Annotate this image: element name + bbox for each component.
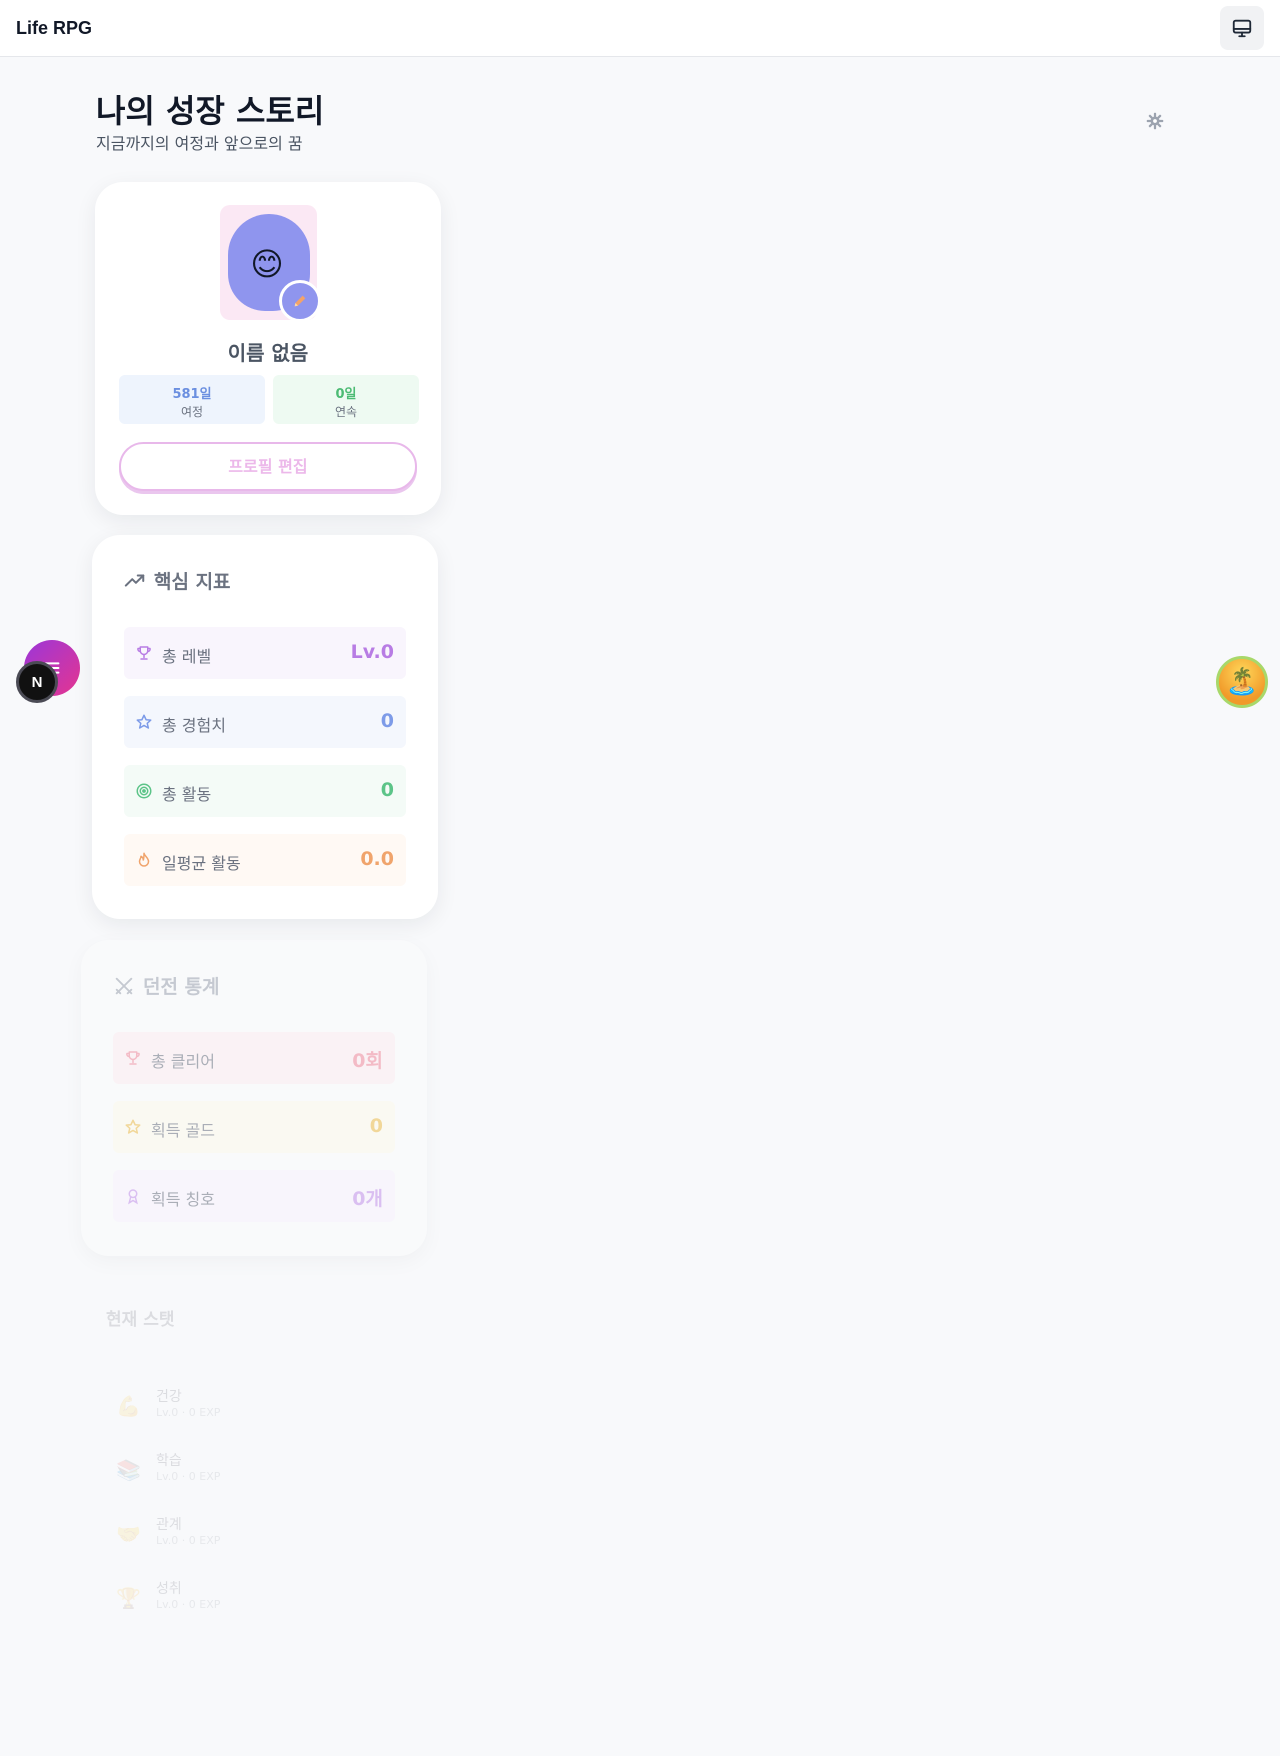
trending-up-icon <box>124 573 145 587</box>
stat-desc: Lv.0 · 0 EXP <box>156 1534 221 1547</box>
streak-label: 연속 <box>334 405 358 419</box>
top-bar: Life RPG <box>0 0 1280 57</box>
profile-name: 이름 없음 <box>227 341 309 365</box>
app-title[interactable]: Life RPG <box>16 18 92 39</box>
metric-row: 총 클리어 0회 <box>113 1032 395 1084</box>
medal-icon <box>124 1187 142 1205</box>
metric-value: Lv.0 <box>350 641 394 663</box>
stat-item[interactable]: 🏆 성취 Lv.0 · 0 EXP <box>106 1572 406 1636</box>
streak-stat: 0일 연속 <box>273 375 419 424</box>
metric-value: 0회 <box>352 1050 383 1072</box>
metrics-header: 핵심 지표 <box>124 567 231 594</box>
profile-card: 😊 이름 없음 581일 여정 0일 연속 프로필 편집 <box>95 182 441 515</box>
metric-row: 획득 골드 0 <box>113 1101 395 1153</box>
stat-name: 성취 <box>156 1581 182 1597</box>
page-subtitle: 지금까지의 여정과 앞으로의 꿈 <box>96 134 303 153</box>
streak-value: 0일 <box>335 387 357 402</box>
stat-desc: Lv.0 · 0 EXP <box>156 1470 221 1483</box>
metric-value: 0 <box>380 710 394 732</box>
stat-icon: 🏆 <box>116 1586 141 1610</box>
metric-label: 획득 칭호 <box>151 1190 215 1209</box>
current-stats-title: 현재 스탯 <box>106 1310 175 1330</box>
display-mode-button[interactable] <box>1220 6 1264 50</box>
dungeon-header: 던전 통계 <box>113 972 220 999</box>
dungeon-title: 던전 통계 <box>143 976 220 998</box>
dungeon-card: 던전 통계 총 클리어 0회획득 골드 0 획득 칭호 0개 <box>81 940 427 1256</box>
target-icon <box>135 782 153 800</box>
island-fab-button[interactable]: 🏝️ <box>1216 656 1268 708</box>
edit-profile-button[interactable]: 프로필 편집 <box>119 442 417 491</box>
current-stats-section: 현재 스탯 💪 건강 Lv.0 · 0 EXP 📚 학습 Lv.0 · 0 EXP 🤝 관계 L… <box>106 1305 406 1636</box>
stat-icon: 💪 <box>116 1394 141 1418</box>
n-badge-button[interactable]: N <box>16 661 58 703</box>
metric-value: 0 <box>380 779 394 801</box>
metric-label: 총 레벨 <box>162 647 212 666</box>
metrics-card: 핵심 지표 총 레벨 Lv.0 총 경험치 0 총 활동 0 일평균 활동 0.0 <box>92 535 438 919</box>
stat-name: 건강 <box>156 1389 182 1405</box>
stat-desc: Lv.0 · 0 EXP <box>156 1406 221 1419</box>
gear-icon[interactable] <box>1146 112 1164 130</box>
stat-desc: Lv.0 · 0 EXP <box>156 1598 221 1611</box>
flame-icon <box>135 851 153 869</box>
metric-row: 일평균 활동 0.0 <box>124 834 406 886</box>
metrics-title: 핵심 지표 <box>154 571 231 593</box>
metric-label: 일평균 활동 <box>162 854 241 873</box>
avatar-edit-button[interactable] <box>279 280 321 322</box>
stat-icon: 🤝 <box>116 1522 141 1546</box>
stat-icon: 📚 <box>116 1458 141 1482</box>
stat-name: 학습 <box>156 1453 182 1469</box>
page-title: 나의 성장 스토리 <box>96 92 325 130</box>
metric-label: 총 활동 <box>162 785 212 804</box>
trophy-icon <box>135 644 153 662</box>
pencil-icon <box>294 295 306 307</box>
metric-value: 0개 <box>352 1188 383 1210</box>
metric-label: 총 경험치 <box>162 716 226 735</box>
metric-row: 총 활동 0 <box>124 765 406 817</box>
metric-value: 0 <box>369 1115 383 1137</box>
monitor-icon <box>1232 19 1252 38</box>
journey-stat: 581일 여정 <box>119 375 265 424</box>
avatar-emoji: 😊 <box>250 245 284 283</box>
trophy-icon <box>124 1049 142 1067</box>
metric-value: 0.0 <box>360 848 394 870</box>
star-icon <box>124 1118 142 1136</box>
journey-value: 581일 <box>172 387 212 402</box>
swords-icon <box>115 977 133 994</box>
metric-label: 총 클리어 <box>151 1052 215 1071</box>
stat-item[interactable]: 📚 학습 Lv.0 · 0 EXP <box>106 1444 406 1508</box>
stat-item[interactable]: 💪 건강 Lv.0 · 0 EXP <box>106 1380 406 1444</box>
stat-name: 관계 <box>156 1517 182 1533</box>
metric-row: 획득 칭호 0개 <box>113 1170 395 1222</box>
star-icon <box>135 713 153 731</box>
metric-row: 총 레벨 Lv.0 <box>124 627 406 679</box>
metric-row: 총 경험치 0 <box>124 696 406 748</box>
journey-label: 여정 <box>180 405 204 419</box>
stat-item[interactable]: 🤝 관계 Lv.0 · 0 EXP <box>106 1508 406 1572</box>
metric-label: 획득 골드 <box>151 1121 215 1140</box>
